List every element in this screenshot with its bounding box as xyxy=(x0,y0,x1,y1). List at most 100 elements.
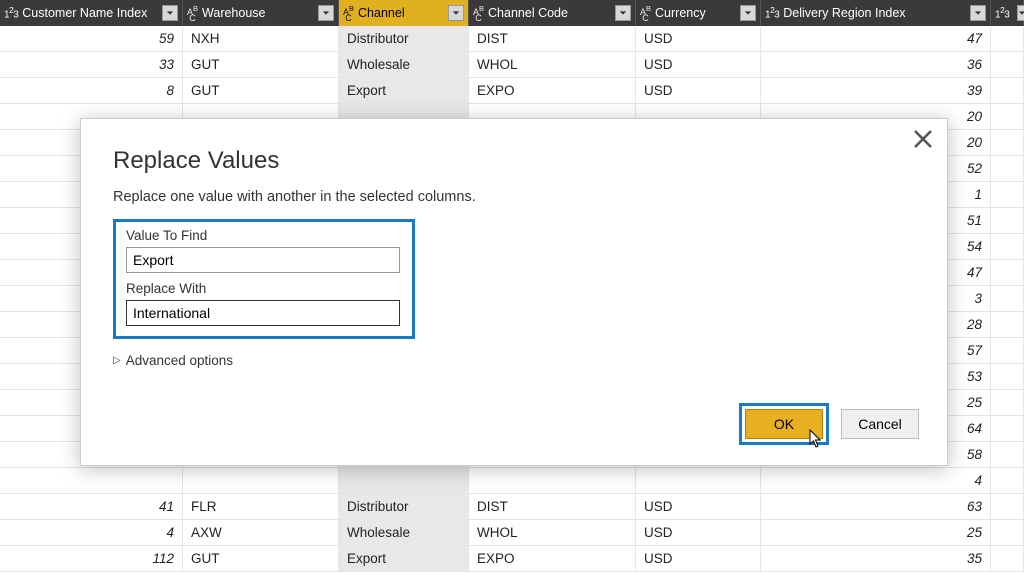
table-cell: 36 xyxy=(761,52,991,77)
table-cell: 33 xyxy=(0,52,183,77)
table-cell xyxy=(991,494,1024,519)
table-cell: DIST xyxy=(469,26,636,51)
123-type-icon: 123 xyxy=(995,5,1009,20)
table-cell: 112 xyxy=(0,546,183,571)
table-cell xyxy=(991,520,1024,545)
column-label: Warehouse xyxy=(202,6,314,20)
column-header[interactable]: ABC Currency xyxy=(636,0,761,26)
table-cell xyxy=(991,52,1024,77)
table-cell: 39 xyxy=(761,78,991,103)
column-header[interactable]: 123 Customer Name Index xyxy=(0,0,183,26)
table-cell xyxy=(991,338,1024,363)
filter-dropdown-icon[interactable] xyxy=(1017,5,1024,21)
chevron-right-icon: ▷ xyxy=(113,355,121,366)
table-cell xyxy=(991,416,1024,441)
filter-dropdown-icon[interactable] xyxy=(318,5,334,21)
value-to-find-label: Value To Find xyxy=(126,228,402,243)
dialog-title: Replace Values xyxy=(113,147,915,175)
advanced-options-label: Advanced options xyxy=(126,353,233,368)
table-cell: 4 xyxy=(761,468,991,493)
dialog-button-row: OK Cancel xyxy=(739,403,919,445)
table-cell xyxy=(991,78,1024,103)
table-cell: 25 xyxy=(761,520,991,545)
table-row[interactable]: 33GUTWholesaleWHOLUSD36 xyxy=(0,52,1024,78)
table-cell: 41 xyxy=(0,494,183,519)
table-row[interactable]: 4 xyxy=(0,468,1024,494)
table-row[interactable]: 41FLRDistributorDISTUSD63 xyxy=(0,494,1024,520)
table-cell xyxy=(991,260,1024,285)
filter-dropdown-icon[interactable] xyxy=(970,5,986,21)
ok-button[interactable]: OK xyxy=(745,409,823,439)
column-header-row: 123Customer Name IndexABCWarehouseABCCha… xyxy=(0,0,1024,26)
table-cell: 4 xyxy=(0,520,183,545)
filter-dropdown-icon[interactable] xyxy=(162,5,178,21)
abc-type-icon: ABC xyxy=(343,5,354,22)
column-label: Channel Code xyxy=(488,6,611,20)
table-cell: Wholesale xyxy=(339,52,469,77)
table-cell xyxy=(991,546,1024,571)
table-cell: GUT xyxy=(183,546,339,571)
table-cell xyxy=(0,468,183,493)
table-cell xyxy=(991,156,1024,181)
table-cell xyxy=(991,390,1024,415)
table-cell xyxy=(991,234,1024,259)
value-to-find-input[interactable] xyxy=(126,247,400,273)
table-cell: EXPO xyxy=(469,546,636,571)
table-cell: 59 xyxy=(0,26,183,51)
column-header[interactable]: ABCWarehouse xyxy=(183,0,339,26)
table-cell: USD xyxy=(636,52,761,77)
dialog-subtitle: Replace one value with another in the se… xyxy=(113,189,915,205)
table-cell xyxy=(991,286,1024,311)
ok-highlight-box: OK xyxy=(739,403,829,445)
replace-with-label: Replace With xyxy=(126,281,402,296)
close-icon[interactable] xyxy=(913,129,933,149)
table-cell: WHOL xyxy=(469,520,636,545)
table-cell xyxy=(636,468,761,493)
table-cell xyxy=(991,312,1024,337)
abc-type-icon: ABC xyxy=(640,5,651,22)
table-cell: GUT xyxy=(183,52,339,77)
advanced-options-toggle[interactable]: ▷ Advanced options xyxy=(113,353,915,368)
table-cell: Export xyxy=(339,78,469,103)
column-header[interactable]: ABC Channel Code xyxy=(469,0,636,26)
table-cell: USD xyxy=(636,78,761,103)
table-cell xyxy=(183,468,339,493)
table-cell: Distributor xyxy=(339,494,469,519)
column-label: Channel xyxy=(358,6,444,20)
filter-dropdown-icon[interactable] xyxy=(448,5,464,21)
replace-with-input[interactable] xyxy=(126,300,400,326)
column-header[interactable]: ABC Channel xyxy=(339,0,469,26)
filter-dropdown-icon[interactable] xyxy=(740,5,756,21)
table-cell xyxy=(469,468,636,493)
column-header[interactable]: 123 xyxy=(991,0,1024,26)
table-cell: 35 xyxy=(761,546,991,571)
table-cell: GUT xyxy=(183,78,339,103)
table-cell: USD xyxy=(636,26,761,51)
table-cell xyxy=(991,468,1024,493)
cancel-button[interactable]: Cancel xyxy=(841,409,919,439)
table-cell: DIST xyxy=(469,494,636,519)
table-cell: Distributor xyxy=(339,26,469,51)
table-cell: 8 xyxy=(0,78,183,103)
column-label: Currency xyxy=(655,6,736,20)
filter-dropdown-icon[interactable] xyxy=(615,5,631,21)
table-row[interactable]: 112GUTExportEXPOUSD35 xyxy=(0,546,1024,572)
column-header[interactable]: 123 Delivery Region Index xyxy=(761,0,991,26)
column-label: Delivery Region Index xyxy=(783,6,966,20)
123-type-icon: 123 xyxy=(765,5,779,20)
table-cell xyxy=(991,442,1024,467)
column-label: Customer Name Index xyxy=(22,6,158,20)
table-cell xyxy=(991,26,1024,51)
table-cell xyxy=(991,104,1024,129)
table-cell: USD xyxy=(636,520,761,545)
123-type-icon: 123 xyxy=(4,5,18,20)
table-cell: AXW xyxy=(183,520,339,545)
table-cell: FLR xyxy=(183,494,339,519)
table-cell xyxy=(991,208,1024,233)
table-cell: 47 xyxy=(761,26,991,51)
table-row[interactable]: 59NXHDistributorDISTUSD47 xyxy=(0,26,1024,52)
table-row[interactable]: 4AXWWholesaleWHOLUSD25 xyxy=(0,520,1024,546)
table-cell: WHOL xyxy=(469,52,636,77)
table-row[interactable]: 8GUTExportEXPOUSD39 xyxy=(0,78,1024,104)
abc-type-icon: ABC xyxy=(473,5,484,22)
